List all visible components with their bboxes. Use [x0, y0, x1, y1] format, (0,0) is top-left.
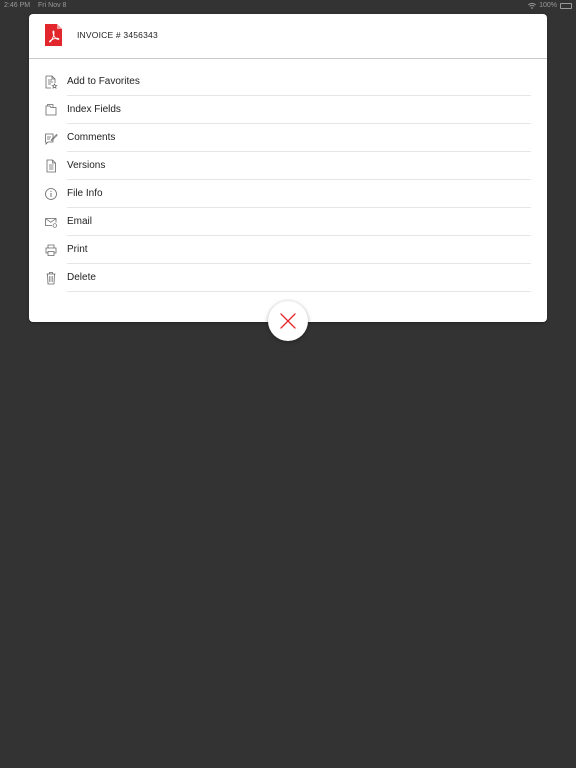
printer-icon — [45, 244, 57, 256]
status-bar: 2:46 PM Fri Nov 8 100% — [0, 0, 576, 12]
menu-item-versions[interactable]: Versions — [29, 152, 547, 180]
document-versions-icon — [46, 159, 56, 173]
battery-percentage: 100% — [539, 2, 557, 9]
battery-icon — [560, 3, 572, 9]
menu-label: Delete — [67, 272, 96, 283]
menu-label: Versions — [67, 160, 106, 171]
status-left: 2:46 PM Fri Nov 8 — [4, 0, 66, 12]
close-icon — [280, 313, 296, 329]
action-menu: Add to Favorites Index Fields Comments V… — [29, 68, 547, 292]
favorites-doc-icon — [45, 75, 58, 89]
menu-label: File Info — [67, 188, 103, 199]
menu-item-email[interactable]: Email — [29, 208, 547, 236]
sheet-header: INVOICE # 3456343 — [29, 14, 547, 59]
menu-label: Add to Favorites — [67, 76, 140, 87]
menu-label: Email — [67, 216, 93, 227]
close-button[interactable] — [268, 301, 308, 341]
email-icon — [45, 218, 57, 228]
menu-item-delete[interactable]: Delete — [29, 264, 547, 292]
pdf-file-icon — [45, 24, 62, 46]
menu-item-print[interactable]: Print — [29, 236, 547, 264]
document-actions-sheet: INVOICE # 3456343 Add to Favorites Index… — [29, 14, 547, 322]
trash-icon — [46, 272, 56, 285]
status-date: Fri Nov 8 — [38, 2, 67, 9]
menu-item-index-fields[interactable]: Index Fields — [29, 96, 547, 124]
menu-label: Index Fields — [67, 104, 121, 115]
status-time: 2:46 PM — [4, 2, 31, 9]
info-icon — [45, 188, 57, 200]
menu-label: Comments — [67, 132, 116, 143]
wifi-icon — [528, 3, 537, 9]
status-right: 100% — [528, 0, 572, 12]
document-title: INVOICE # 3456343 — [77, 30, 158, 40]
menu-item-file-info[interactable]: File Info — [29, 180, 547, 208]
menu-label: Print — [67, 244, 88, 255]
index-fields-icon — [45, 104, 57, 116]
menu-item-comments[interactable]: Comments — [29, 124, 547, 152]
menu-item-add-to-favorites[interactable]: Add to Favorites — [29, 68, 547, 96]
comment-edit-icon — [45, 133, 58, 145]
